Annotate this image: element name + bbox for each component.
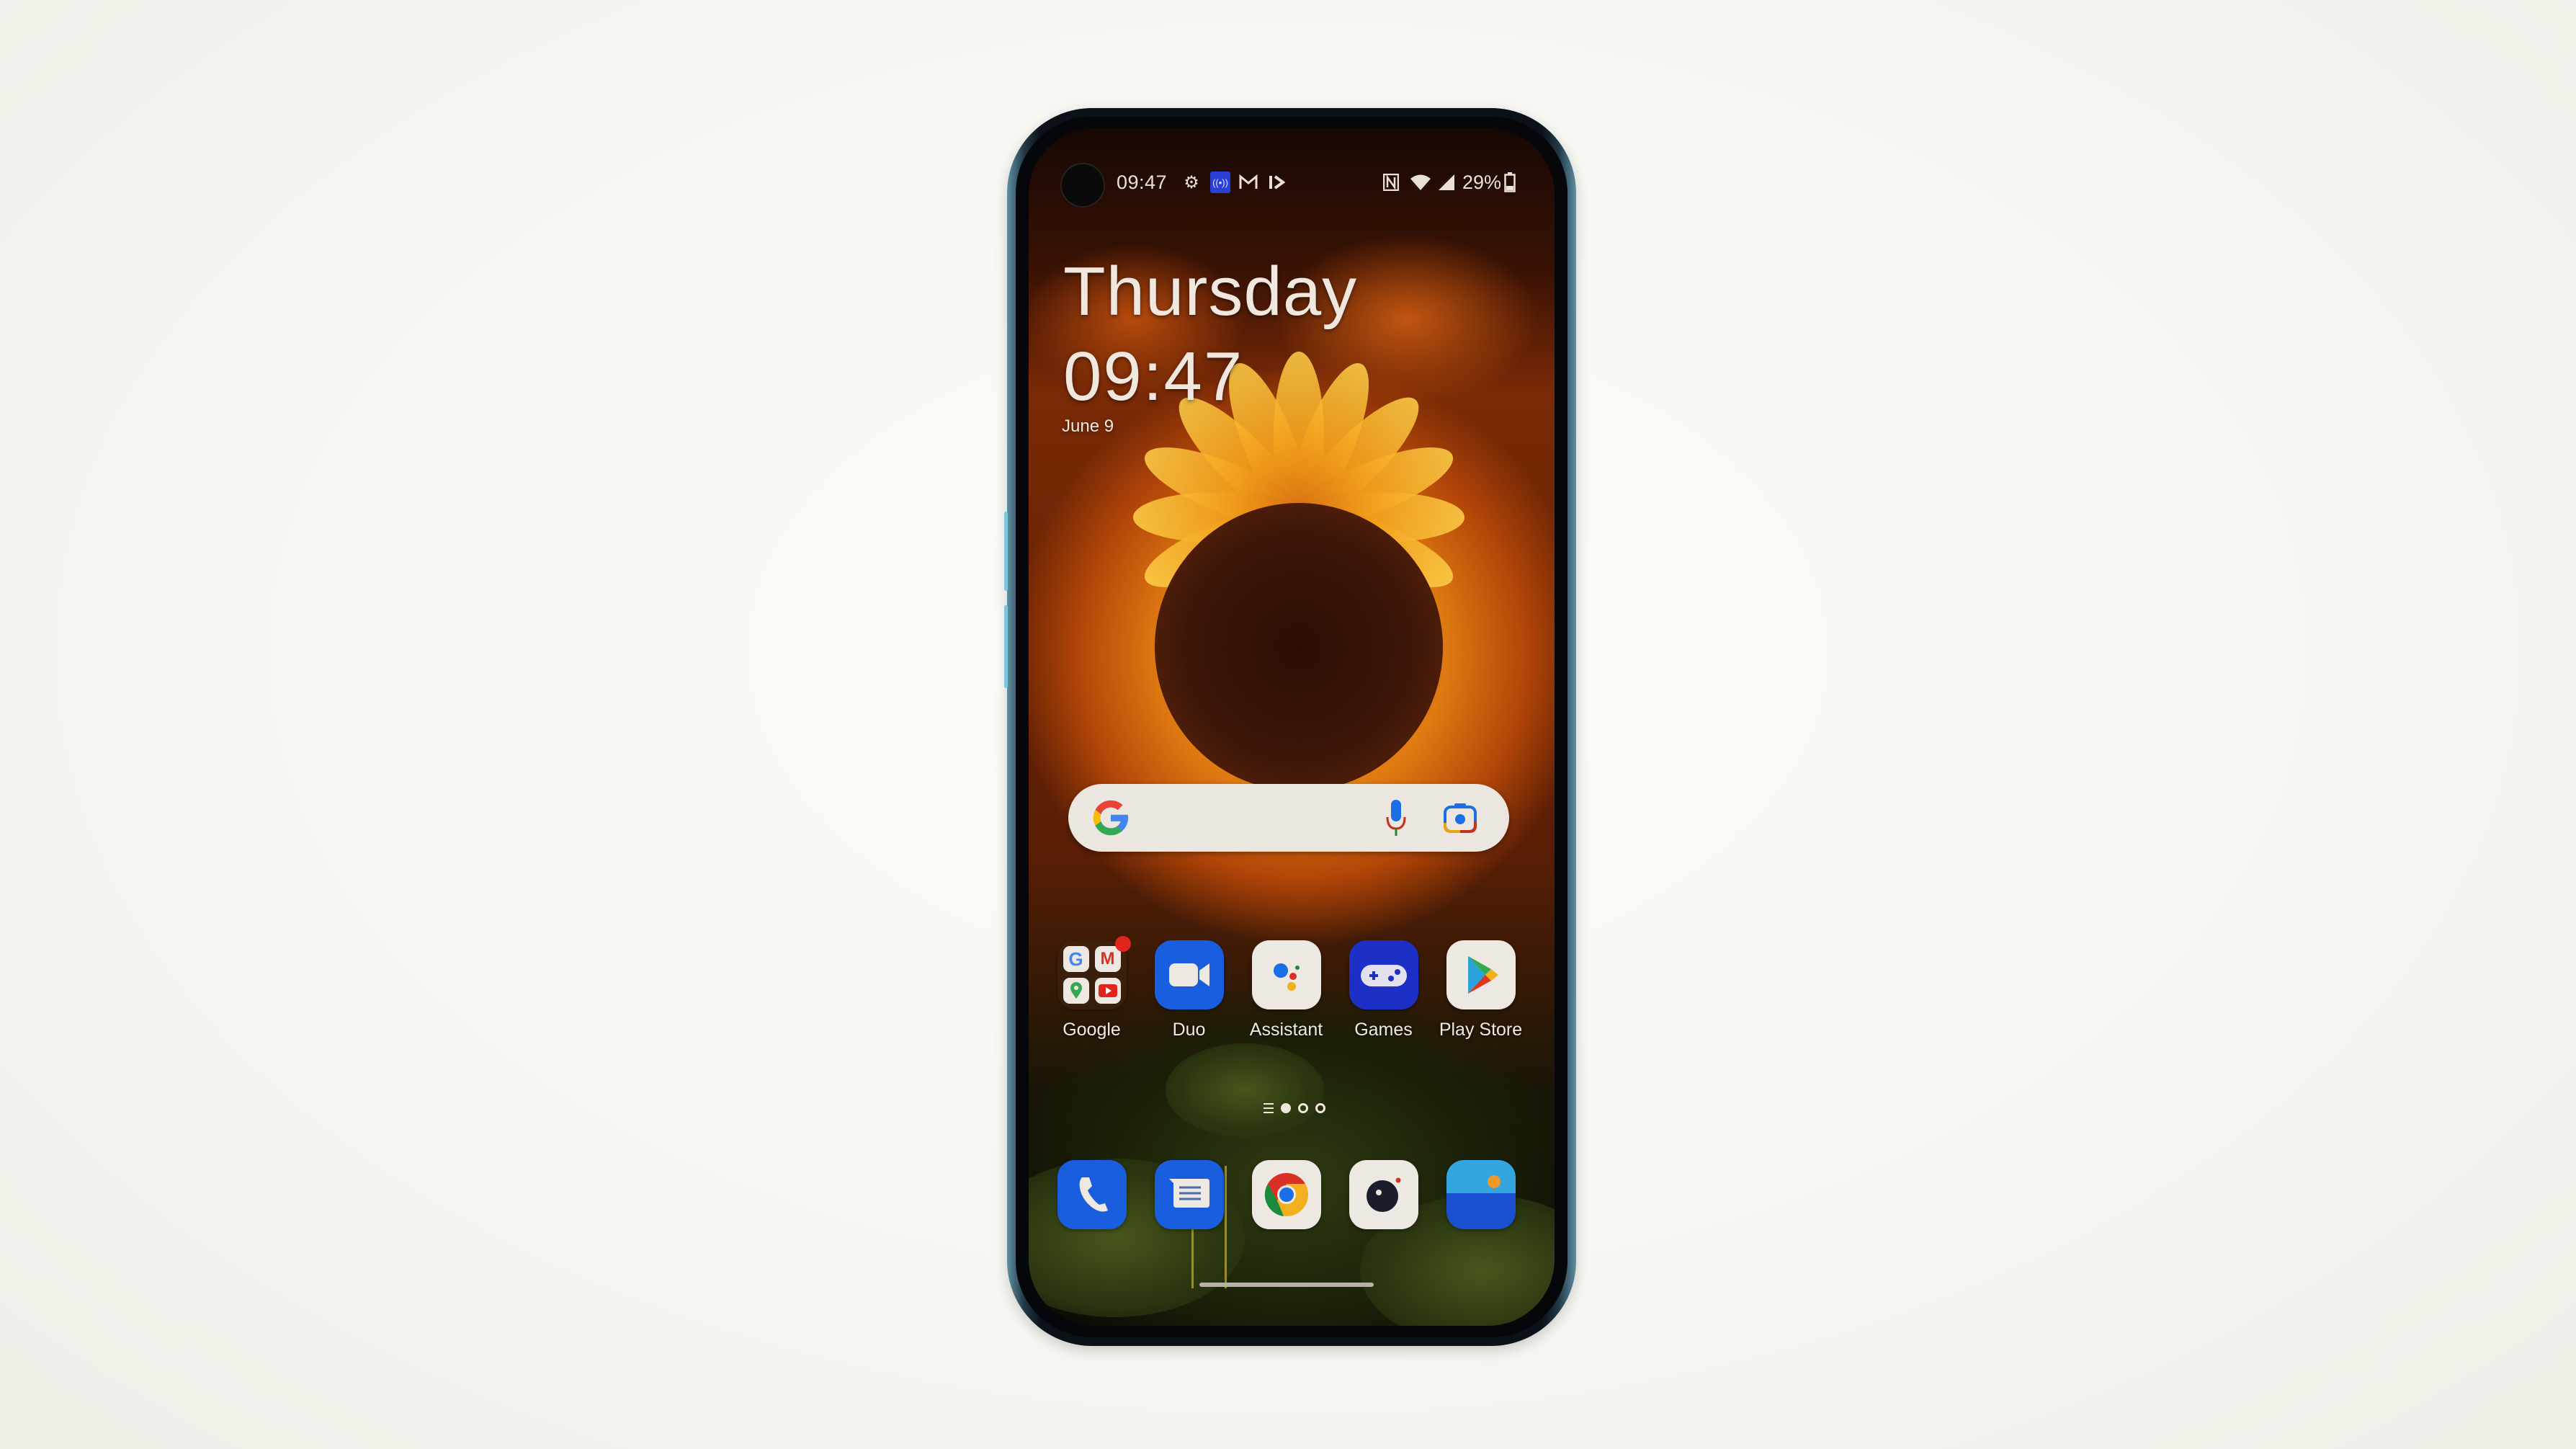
- clock-widget-date[interactable]: June 9: [1062, 416, 1114, 437]
- phone-device: 09:47 ⚙ ((•)) 29% Thursday 09:47 June 9 …: [1004, 108, 1576, 1346]
- app-label: Play Store: [1439, 1020, 1523, 1040]
- volume-down-button: [1004, 605, 1008, 688]
- app-label: Assistant: [1249, 1020, 1323, 1040]
- gesture-navigation-bar[interactable]: [1199, 1283, 1374, 1287]
- app-label: Google: [1063, 1020, 1121, 1040]
- dock-chrome[interactable]: [1238, 1160, 1335, 1229]
- gear-icon: ⚙: [1184, 172, 1199, 192]
- microphone-icon[interactable]: [1385, 798, 1407, 839]
- app-play-store[interactable]: Play Store: [1432, 940, 1529, 1040]
- google-folder-icon: G M: [1057, 936, 1131, 1009]
- dock-messages[interactable]: [1140, 1160, 1238, 1229]
- battery-icon: [1503, 171, 1517, 193]
- gmail-notification-icon: [1238, 171, 1259, 193]
- clock-widget-day[interactable]: Thursday: [1063, 252, 1357, 331]
- camera-icon: [1349, 1160, 1418, 1229]
- clock-widget-time[interactable]: 09:47: [1063, 337, 1243, 416]
- app-label: Games: [1354, 1020, 1413, 1040]
- list-page-indicator-icon: [1264, 1103, 1274, 1113]
- dock-gallery[interactable]: [1432, 1160, 1529, 1229]
- google-lens-icon[interactable]: [1443, 801, 1477, 834]
- home-app-row: G M Google Duo Assistant Games Play Stor…: [1029, 936, 1555, 1056]
- wifi-icon: [1409, 171, 1432, 193]
- hotspot-icon: ((•)): [1210, 171, 1230, 193]
- status-time: 09:47: [1117, 171, 1168, 193]
- gallery-icon: [1446, 1160, 1516, 1229]
- cell-signal-icon: [1436, 171, 1457, 193]
- nfc-icon: [1382, 171, 1400, 193]
- status-bar: 09:47 ⚙ ((•)) 29%: [1029, 128, 1555, 208]
- app-google-folder[interactable]: G M Google: [1043, 936, 1140, 1040]
- volume-up-button: [1004, 512, 1008, 591]
- phone-icon: [1057, 1160, 1127, 1229]
- page-dot: [1315, 1103, 1325, 1113]
- chrome-icon: [1251, 1160, 1321, 1229]
- dock: [1029, 1160, 1555, 1239]
- dock-phone[interactable]: [1043, 1160, 1140, 1229]
- home-screen: 09:47 ⚙ ((•)) 29% Thursday 09:47 June 9 …: [1029, 128, 1555, 1326]
- front-camera-hole: [1060, 163, 1105, 208]
- app-assistant[interactable]: Assistant: [1238, 940, 1335, 1040]
- app-duo[interactable]: Duo: [1140, 940, 1238, 1040]
- assistant-icon: [1251, 940, 1321, 1009]
- app-label: Duo: [1172, 1020, 1206, 1040]
- play-store-icon: [1446, 940, 1516, 1009]
- messages-icon: [1154, 1160, 1224, 1229]
- google-search-bar[interactable]: [1068, 784, 1509, 852]
- page-dot: [1298, 1103, 1308, 1113]
- google-g-icon: [1093, 800, 1129, 836]
- dock-camera[interactable]: [1335, 1160, 1432, 1229]
- app-games[interactable]: Games: [1335, 940, 1432, 1040]
- page-indicator[interactable]: [1264, 1101, 1325, 1115]
- notification-badge: [1114, 936, 1131, 952]
- page-dot-active: [1281, 1103, 1291, 1113]
- battery-percent: 29%: [1462, 171, 1502, 193]
- games-icon: [1349, 940, 1418, 1009]
- play-notification-icon: [1266, 171, 1287, 193]
- duo-icon: [1154, 940, 1224, 1009]
